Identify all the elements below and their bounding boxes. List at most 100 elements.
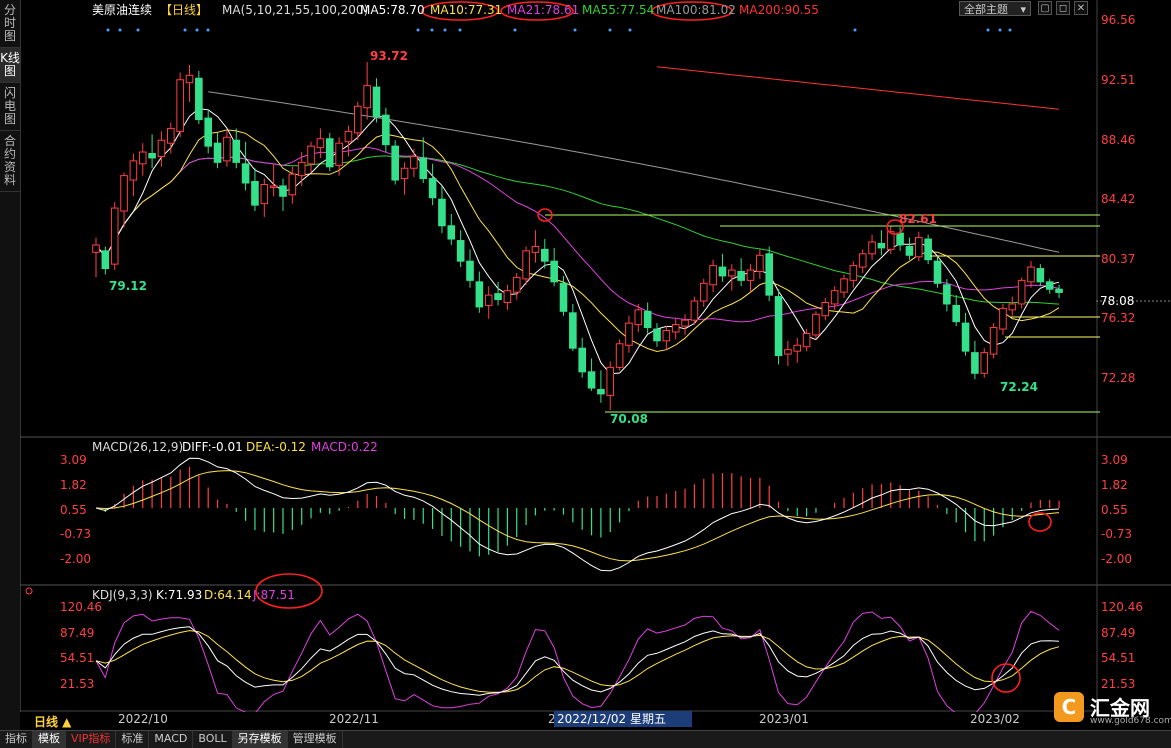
macd-legend: MACD(26,12,9) DIFF:-0.01 DEA:-0.12 MACD:… xyxy=(92,440,378,454)
price-tick: 76.32 xyxy=(1101,311,1135,325)
time-axis: 日线 ▲ 2022/10 2022/11 2 2022/12/02 星期五 20… xyxy=(20,711,1100,730)
logo-url: www.gold678.com xyxy=(1090,716,1171,726)
candle-up xyxy=(615,343,624,368)
candle-down xyxy=(653,328,661,342)
candle-down xyxy=(587,371,596,389)
macd-tick: -0.73 xyxy=(1101,527,1132,541)
signal-dot xyxy=(986,28,990,32)
candle-up xyxy=(821,301,830,317)
ma5-value: MA5:78.70 xyxy=(360,3,425,17)
tab-manage-template[interactable]: 管理模板 xyxy=(288,731,343,748)
low-annotation: 70.08 xyxy=(610,412,648,426)
candle-up xyxy=(784,349,792,355)
candle-up xyxy=(223,136,231,162)
sidebar-tab-timeshare[interactable]: 分时图 xyxy=(0,0,20,48)
ma21-line xyxy=(95,146,1060,323)
candle-up xyxy=(260,183,269,205)
macd-tick: 0.55 xyxy=(60,503,87,517)
candle-down xyxy=(952,304,961,323)
logo-icon: C xyxy=(1054,692,1084,722)
kdj-tick: 120.46 xyxy=(1101,600,1143,614)
kdj-settings-icon[interactable] xyxy=(25,587,33,595)
time-label: 2023/01 xyxy=(759,712,809,726)
candle-down xyxy=(550,260,558,283)
sidebar-tab-flash[interactable]: 闪电图 xyxy=(0,83,20,131)
close-button[interactable]: ✕ xyxy=(1074,1,1088,15)
maximize-button[interactable]: ◻ xyxy=(1056,1,1070,15)
tab-template[interactable]: 模板 xyxy=(33,731,66,748)
restore-button[interactable]: ▢ xyxy=(1038,1,1052,15)
candle-up xyxy=(699,282,708,302)
ma21-value: MA21:78.61 xyxy=(507,3,579,17)
candle-down xyxy=(765,253,774,296)
kdj-tick: 87.49 xyxy=(60,626,94,640)
signal-dot xyxy=(608,28,612,32)
candle-down xyxy=(232,139,241,163)
candle-down xyxy=(1045,281,1054,290)
macd-tick: 3.09 xyxy=(1101,453,1128,467)
candle-down xyxy=(905,245,914,256)
candle-down xyxy=(475,281,484,308)
signal-dot xyxy=(628,28,632,32)
kline-chart[interactable]: 美原油连续 【日线】 MA(5,10,21,55,100,200) MA5:78… xyxy=(20,0,1171,730)
sidebar-tab-contract[interactable]: 合约资料 xyxy=(0,131,20,192)
candle-down xyxy=(447,225,456,240)
candle-up xyxy=(728,269,736,277)
candle-up xyxy=(484,294,493,306)
highlight-circle xyxy=(1028,512,1052,532)
candle-down xyxy=(774,296,783,357)
macd-value: MACD:0.22 xyxy=(311,440,378,454)
candle-down xyxy=(877,242,886,249)
macd-diff-line xyxy=(95,457,1060,572)
candle-down xyxy=(1055,288,1063,293)
tab-indicator[interactable]: 指标 xyxy=(0,731,33,748)
candle-down xyxy=(466,260,474,281)
tab-macd[interactable]: MACD xyxy=(149,731,194,748)
candle-down xyxy=(924,238,932,261)
candle-up xyxy=(344,130,353,143)
macd-dea: DEA:-0.12 xyxy=(246,440,306,454)
kdj-tick: 54.51 xyxy=(1101,651,1135,665)
macd-axis: 3.09 1.82 0.55 -0.73 -2.00 3.09 1.82 0.5… xyxy=(60,453,1132,566)
candle-down xyxy=(961,322,970,352)
tab-boll[interactable]: BOLL xyxy=(193,731,233,748)
candle-up xyxy=(297,161,306,177)
candle-up xyxy=(849,265,858,281)
brand-logo: C 汇金网 www.gold678.com xyxy=(1052,690,1171,728)
kdj-tick: 54.51 xyxy=(60,651,94,665)
candle-down xyxy=(148,153,156,159)
tab-save-template[interactable]: 另存模板 xyxy=(232,731,288,748)
kdj-tick: 87.49 xyxy=(1101,626,1135,640)
candlesticks xyxy=(92,62,1063,411)
theme-select[interactable]: 全部主题 ▾ xyxy=(959,1,1031,16)
kdj-tick: 21.53 xyxy=(1101,677,1135,691)
candle-down xyxy=(456,240,465,262)
candle-up xyxy=(120,175,128,212)
candle-up xyxy=(176,79,184,132)
signal-dot xyxy=(206,28,210,32)
price-tick: 92.51 xyxy=(1101,73,1135,87)
macd-tick: 0.55 xyxy=(1101,503,1128,517)
sidebar-tab-kline[interactable]: K线图 xyxy=(0,48,20,83)
candle-up xyxy=(606,366,615,396)
candle-down xyxy=(325,138,334,168)
theme-select-label: 全部主题 xyxy=(964,3,1008,16)
ma10-line xyxy=(95,129,1060,353)
candle-up xyxy=(746,269,755,281)
ma200-value: MA200:90.55 xyxy=(739,3,819,17)
tab-vip-indicator[interactable]: VIP指标 xyxy=(66,731,117,748)
candle-up xyxy=(989,327,998,355)
signal-dot xyxy=(458,28,462,32)
header-legend: 美原油连续 【日线】 MA(5,10,21,55,100,200) MA5:78… xyxy=(92,2,819,17)
period-button[interactable]: 日线 ▲ xyxy=(34,714,72,729)
signal-dot xyxy=(416,28,420,32)
ma5-line xyxy=(95,108,1060,375)
candle-up xyxy=(92,244,100,253)
candle-down xyxy=(494,293,502,301)
candle-up xyxy=(307,145,315,165)
macd-tick: -2.00 xyxy=(60,552,91,566)
bottom-tab-bar: 指标 模板 VIP指标 标准 MACD BOLL 另存模板 管理模板 xyxy=(0,730,1171,748)
macd-tick: -2.00 xyxy=(1101,552,1132,566)
candle-up xyxy=(625,322,633,346)
tab-standard[interactable]: 标准 xyxy=(116,731,150,748)
